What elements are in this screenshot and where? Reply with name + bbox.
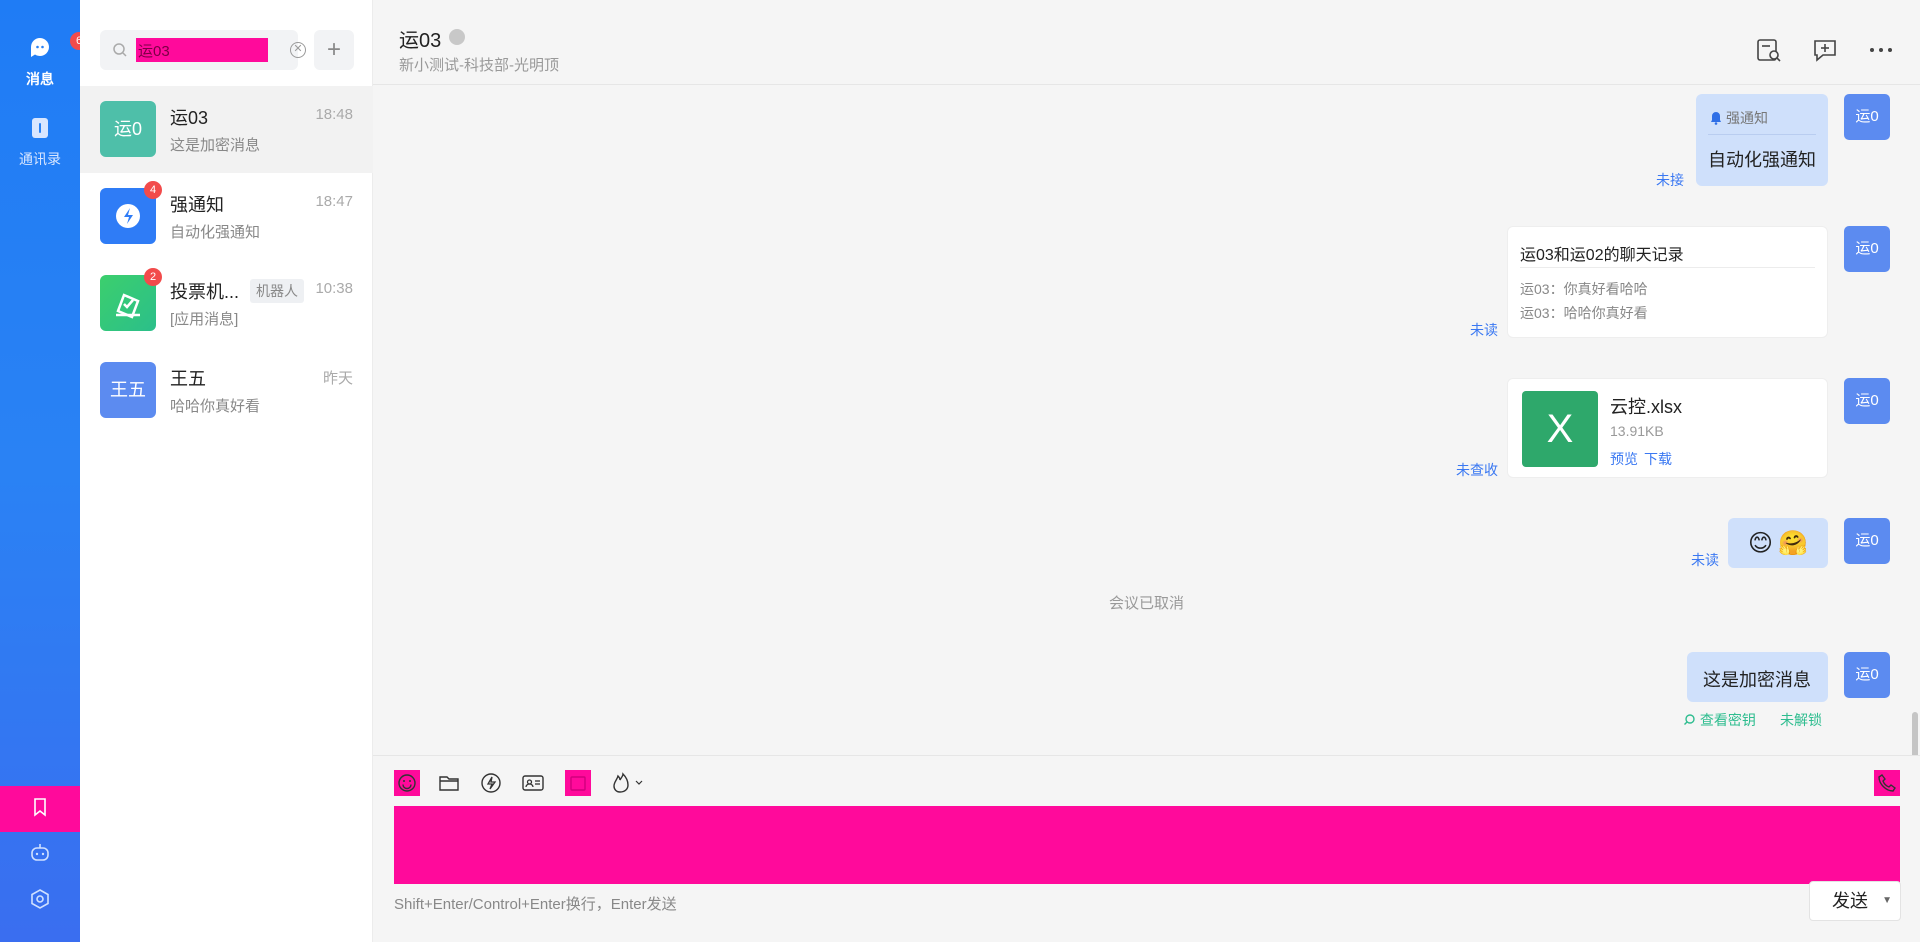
chat-panel: 运03 新小测试-科技部-光明顶 未接 强通知 自动化强通知 运0 未读 运03…	[373, 0, 1920, 942]
more-icon[interactable]	[1867, 36, 1895, 64]
sender-avatar[interactable]: 运0	[1844, 226, 1890, 272]
conversation-name: 强通知	[170, 195, 224, 215]
conversation-preview: [应用消息]	[170, 311, 239, 328]
add-button[interactable]: +	[314, 30, 354, 70]
conversation-time: 18:47	[315, 193, 353, 210]
hug-emoji: 🤗	[1778, 530, 1808, 557]
rail-contacts-label: 通讯录	[19, 151, 61, 167]
search-icon	[112, 42, 128, 63]
conversation-preview: 这是加密消息	[170, 137, 261, 154]
record-line: 运03：哈哈你真好看	[1520, 305, 1648, 321]
robot-button[interactable]	[0, 832, 80, 878]
smile-emoji: 😊	[1748, 530, 1774, 557]
calendar-icon[interactable]	[565, 770, 591, 796]
conversation-time: 昨天	[322, 370, 353, 387]
folder-icon[interactable]	[436, 770, 462, 796]
conversation-item[interactable]: 王五 王五 昨天 哈哈你真好看	[80, 347, 373, 434]
conversation-time: 10:38	[315, 280, 353, 297]
caret-down-icon[interactable]: ▼	[1882, 882, 1892, 920]
encrypted-message[interactable]: 这是加密消息	[1687, 652, 1828, 702]
conversation-time: 18:48	[315, 106, 353, 123]
conversation-name: 投票机...	[170, 282, 240, 302]
file-name: 云控.xlsx	[1610, 397, 1682, 417]
notice-text: 自动化强通知	[1708, 150, 1816, 170]
conversation-item[interactable]: 4 强通知 18:47 自动化强通知	[80, 173, 373, 260]
message-status: 未接	[1656, 172, 1684, 188]
conversation-name: 运03	[170, 108, 209, 128]
rail-contacts[interactable]: 通讯录	[0, 116, 80, 169]
chat-title: 运03	[399, 30, 442, 52]
system-notice: 会议已取消	[1108, 595, 1184, 612]
sender-avatar[interactable]: 运0	[1844, 94, 1890, 140]
conversation-name: 王五	[170, 369, 206, 389]
phone-icon[interactable]	[1874, 770, 1900, 796]
conversation-preview: 哈哈你真好看	[170, 398, 261, 415]
message-list: 未接 强通知 自动化强通知 运0 未读 运03和运02的聊天记录 运03：你真好…	[373, 86, 1920, 842]
composer: Shift+Enter/Control+Enter换行，Enter发送 发送 ▼	[373, 755, 1920, 942]
view-key-label: 查看密钥	[1699, 712, 1756, 728]
view-key-link[interactable]: 查看密钥	[1683, 710, 1756, 730]
sender-avatar[interactable]: 运0	[1844, 518, 1890, 564]
chat-subtitle: 新小测试-科技部-光明顶	[399, 57, 559, 74]
lightning-icon[interactable]	[478, 770, 504, 796]
search-icon	[1684, 714, 1695, 725]
avatar: 运0	[100, 101, 156, 157]
rail-messages[interactable]: 6 消息	[0, 32, 88, 89]
settings-hexagon-icon	[29, 888, 51, 915]
file-size: 13.91KB	[1610, 423, 1664, 439]
settings-button[interactable]	[0, 878, 80, 924]
file-message[interactable]: X 云控.xlsx 13.91KB 预览 下载	[1507, 378, 1828, 478]
message-status: 未读	[1470, 322, 1498, 338]
sender-avatar[interactable]: 运0	[1844, 378, 1890, 424]
robot-icon	[29, 842, 51, 869]
message-status: 未查收	[1456, 462, 1498, 478]
conversation-item[interactable]: 运0 运03 18:48 这是加密消息	[80, 86, 373, 173]
search-input[interactable]	[136, 38, 268, 62]
sender-avatar[interactable]: 运0	[1844, 652, 1890, 698]
burn-after-read-icon[interactable]	[608, 770, 648, 796]
divider	[1708, 134, 1816, 135]
bell-icon	[1710, 111, 1722, 128]
robot-tag: 机器人	[250, 279, 304, 303]
conversation-list-panel: ✕ + 运0 运03 18:48 这是加密消息 4 强通知 18:47 自动化强…	[80, 0, 373, 942]
new-chat-icon[interactable]	[1811, 36, 1839, 64]
send-label: 发送	[1832, 891, 1868, 911]
unread-badge: 4	[144, 181, 162, 199]
excel-file-icon: X	[1522, 391, 1598, 467]
contact-card-icon[interactable]	[520, 770, 546, 796]
encrypted-text: 这是加密消息	[1703, 670, 1811, 690]
unread-badge: 2	[144, 268, 162, 286]
download-link[interactable]: 下载	[1644, 449, 1672, 469]
clear-circle-icon[interactable]: ✕	[290, 42, 306, 58]
chat-record-message[interactable]: 运03和运02的聊天记录 运03：你真好看哈哈 运03：哈哈你真好看	[1507, 226, 1828, 338]
record-title: 运03和运02的聊天记录	[1520, 247, 1684, 264]
search-box[interactable]: ✕	[100, 30, 306, 70]
message-status: 未读	[1691, 552, 1719, 568]
online-status-dot	[449, 29, 465, 45]
bookmark-button[interactable]	[0, 786, 80, 832]
conversation-item[interactable]: 2 投票机... 机器人 10:38 [应用消息]	[80, 260, 373, 347]
emoji-message[interactable]: 😊 🤗	[1728, 518, 1828, 568]
bookmark-icon	[30, 797, 50, 822]
preview-link[interactable]: 预览	[1610, 449, 1638, 469]
app-rail: 6 消息 通讯录	[0, 0, 88, 942]
divider	[1520, 267, 1815, 268]
chat-header: 运03 新小测试-科技部-光明顶	[373, 0, 1920, 85]
avatar: 王五	[100, 362, 156, 418]
search-records-icon[interactable]	[1755, 36, 1783, 64]
rail-messages-label: 消息	[26, 71, 54, 87]
message-input[interactable]	[394, 806, 1900, 884]
unlock-status: 未解锁	[1780, 712, 1822, 728]
notice-header-label: 强通知	[1726, 110, 1768, 126]
record-line: 运03：你真好看哈哈	[1520, 281, 1648, 297]
notice-header: 强通知	[1710, 108, 1768, 128]
send-button[interactable]: 发送 ▼	[1809, 881, 1901, 921]
emoji-icon[interactable]	[394, 770, 420, 796]
conversation-preview: 自动化强通知	[170, 224, 261, 241]
contacts-book-icon	[28, 116, 52, 140]
input-hint: Shift+Enter/Control+Enter换行，Enter发送	[394, 896, 677, 913]
chat-bubble-icon: 6	[28, 32, 88, 60]
strong-notice-message[interactable]: 强通知 自动化强通知	[1696, 94, 1828, 186]
